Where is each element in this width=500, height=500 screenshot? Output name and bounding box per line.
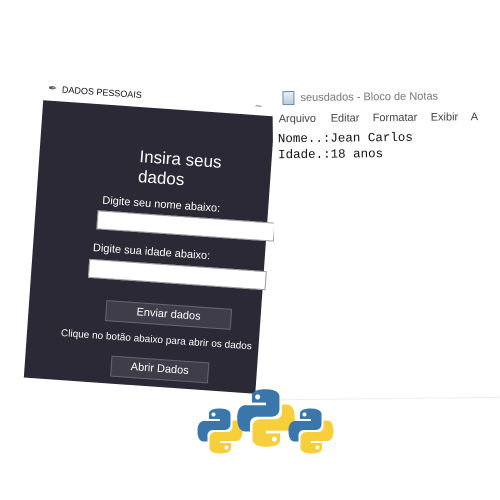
open-hint-text: Clique no botão abaixo para abrir os dad… [60, 328, 253, 353]
tk-window: ✒ DADOS PESSOAIS _ Insira seus dados Dig… [23, 78, 277, 394]
send-data-button[interactable]: Enviar dados [104, 300, 233, 330]
open-data-button[interactable]: Abrir Dados [110, 355, 210, 384]
age-label: Digite sua idade abaixo: [92, 242, 211, 263]
python-logo [288, 408, 334, 454]
notepad-titlebar: seusdados - Bloco de Notas [272, 79, 500, 112]
notepad-menubar: Arquivo Editar Formatar Exibir A [273, 111, 500, 130]
notepad-window: seusdados - Bloco de Notas Arquivo Edita… [272, 78, 500, 412]
notepad-icon [282, 91, 295, 106]
menu-arquivo[interactable]: Arquivo [279, 113, 316, 125]
tk-window-title: DADOS PESSOAIS [61, 84, 143, 101]
form-heading: Insira seus dados [137, 147, 223, 190]
feather-icon: ✒ [47, 82, 58, 96]
tk-form-panel: Insira seus dados Digite seu nome abaixo… [23, 100, 276, 394]
notepad-text-area[interactable]: Nome..:Jean Carlos Idade.:18 anos [278, 130, 413, 163]
divider [275, 396, 500, 401]
notepad-title: seusdados - Bloco de Notas [300, 90, 439, 104]
minimize-button[interactable]: _ [256, 96, 262, 107]
name-input[interactable] [96, 210, 276, 242]
menu-ajuda[interactable]: A [471, 111, 478, 123]
text-line-age: Idade.:18 anos [277, 147, 384, 163]
age-input[interactable] [87, 258, 267, 291]
menu-formatar[interactable]: Formatar [373, 112, 418, 124]
text-line-name: Nome..:Jean Carlos [277, 130, 413, 147]
menu-editar[interactable]: Editar [331, 112, 360, 124]
menu-exibir[interactable]: Exibir [431, 111, 459, 123]
